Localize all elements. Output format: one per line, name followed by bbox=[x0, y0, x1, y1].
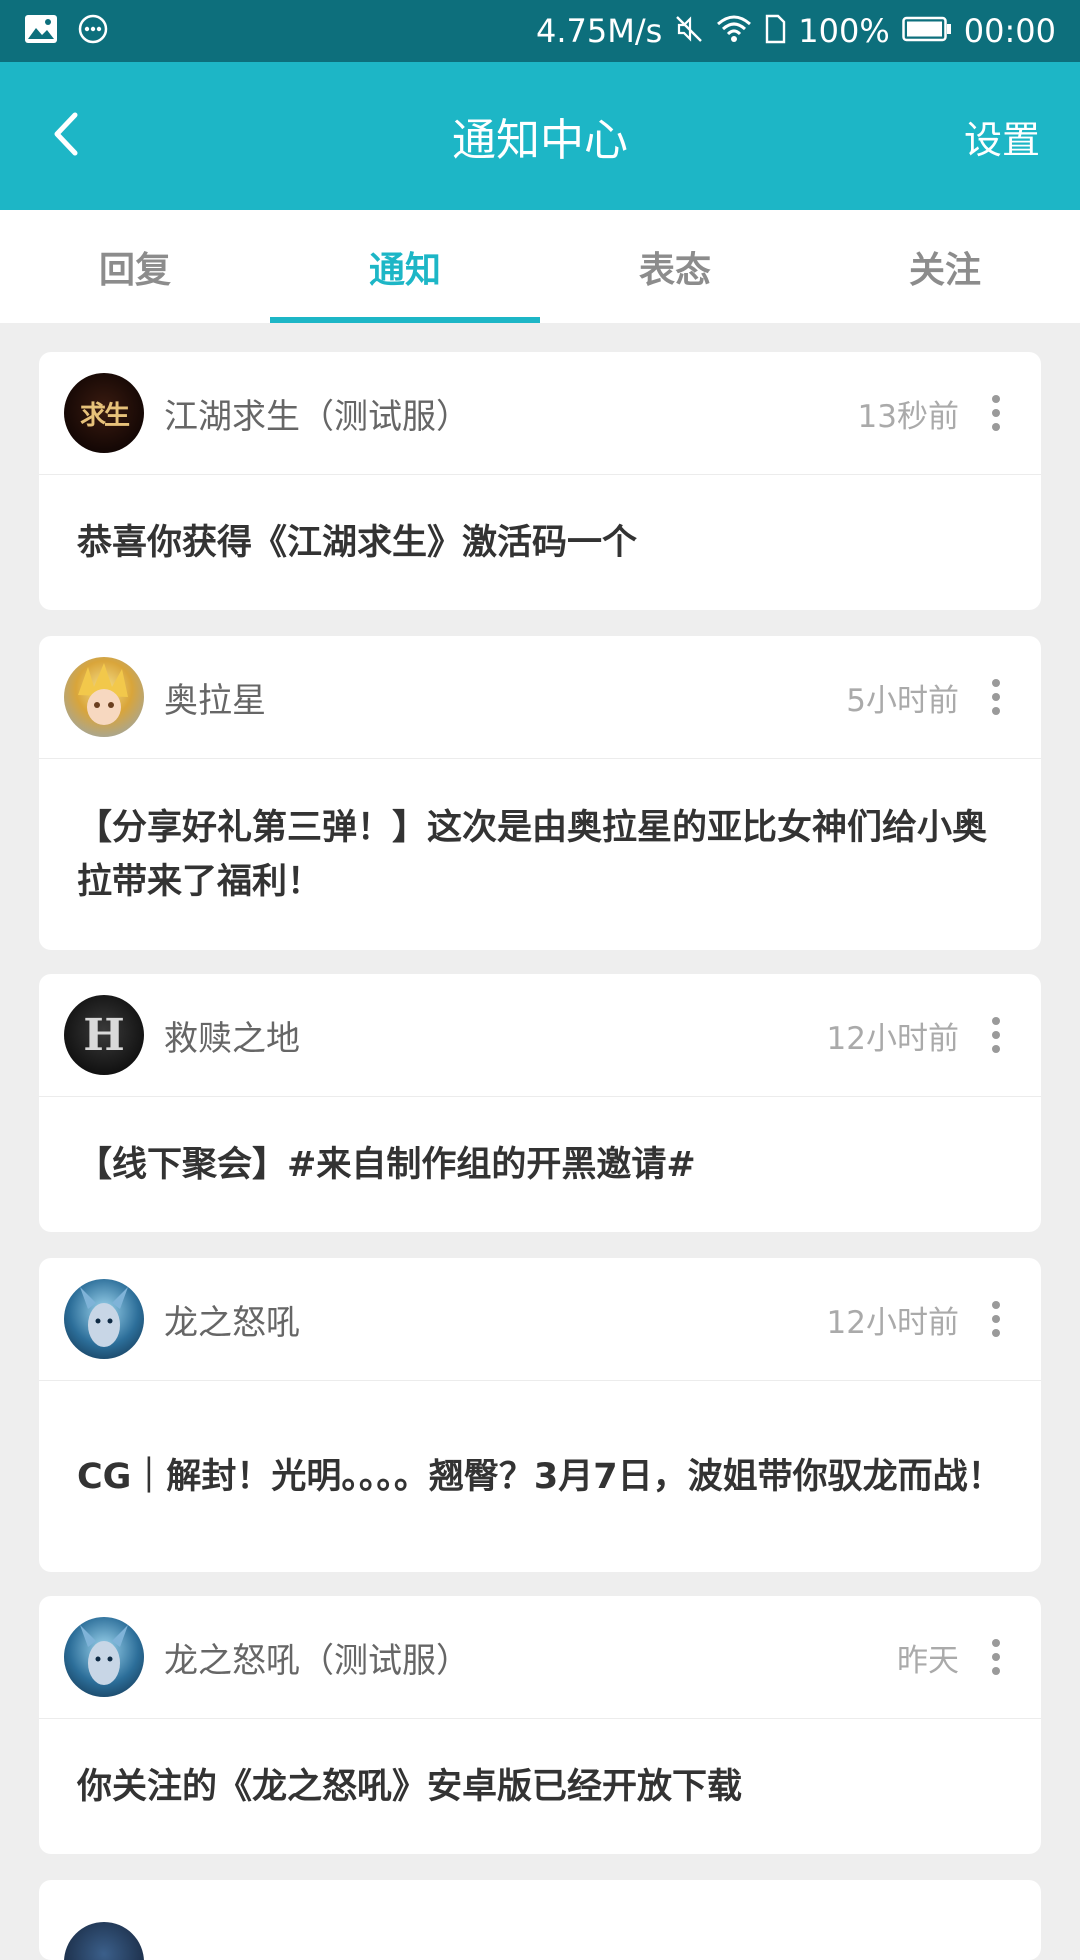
timestamp: 5小时前 bbox=[846, 682, 959, 719]
card-header: 求生 江湖求生（测试服） 13秒前 bbox=[39, 352, 1041, 475]
card-message: CG｜解封！光明。。。。翘臀？3月7日，波姐带你驭龙而战！ bbox=[39, 1381, 1041, 1572]
avatar[interactable] bbox=[64, 1922, 144, 1960]
dot bbox=[992, 1667, 1000, 1675]
status-right: 4.75M/s 100% 00:00 bbox=[524, 12, 1056, 50]
notification-card[interactable]: 奥拉星 5小时前 【分享好礼第三弹！】这次是由奥拉星的亚比女神们给小奥拉带来了福… bbox=[39, 636, 1041, 950]
dot bbox=[992, 1329, 1000, 1337]
tab-label: 表态 bbox=[638, 249, 711, 291]
card-message: 恭喜你获得《江湖求生》激活码一个 bbox=[39, 475, 1041, 610]
message-text: 恭喜你获得《江湖求生》激活码一个 bbox=[77, 522, 638, 563]
card-message: 【分享好礼第三弹！】这次是由奥拉星的亚比女神们给小奥拉带来了福利！ bbox=[39, 759, 1041, 950]
game-name: 救赎之地 bbox=[164, 1018, 300, 1059]
tab-label: 关注 bbox=[908, 249, 981, 291]
more-options-button[interactable] bbox=[981, 667, 1011, 727]
dragon-warrior-icon bbox=[80, 1287, 128, 1347]
chat-bubble-icon bbox=[78, 14, 108, 48]
game-name: 江湖求生（测试服） bbox=[164, 396, 470, 437]
avatar[interactable]: 求生 bbox=[64, 373, 144, 453]
notification-card[interactable]: 求生 江湖求生（测试服） 13秒前 恭喜你获得《江湖求生》激活码一个 bbox=[39, 352, 1041, 610]
timestamp: 13秒前 bbox=[857, 398, 959, 435]
tab-label: 回复 bbox=[98, 249, 171, 291]
card-header: 龙之怒吼 12小时前 bbox=[39, 1258, 1041, 1381]
message-text: 【分享好礼第三弹！】这次是由奥拉星的亚比女神们给小奥拉带来了福利！ bbox=[77, 807, 988, 902]
dot bbox=[992, 693, 1000, 701]
battery-percent: 100% bbox=[798, 12, 890, 50]
dot bbox=[992, 679, 1000, 687]
notification-card[interactable]: H 救赎之地 12小时前 【线下聚会】#来自制作组的开黑邀请# bbox=[39, 974, 1041, 1232]
card-header: 龙之怒吼（测试服） 昨天 bbox=[39, 1596, 1041, 1719]
dot bbox=[992, 1639, 1000, 1647]
timestamp: 昨天 bbox=[897, 1642, 959, 1679]
dot bbox=[992, 1315, 1000, 1323]
page-title: 通知中心 bbox=[452, 115, 628, 166]
game-name: 龙之怒吼（测试服） bbox=[164, 1640, 470, 1681]
dot bbox=[992, 409, 1000, 417]
timestamp: 12小时前 bbox=[826, 1304, 959, 1341]
dot bbox=[992, 1031, 1000, 1039]
status-bar: 4.75M/s 100% 00:00 bbox=[0, 0, 1080, 62]
tab-label: 通知 bbox=[368, 249, 441, 291]
dot bbox=[992, 1301, 1000, 1309]
more-options-button[interactable] bbox=[981, 1627, 1011, 1687]
dot bbox=[992, 1017, 1000, 1025]
battery-icon bbox=[902, 15, 952, 47]
card-message: 【线下聚会】#来自制作组的开黑邀请# bbox=[39, 1097, 1041, 1232]
tab-following[interactable]: 关注 bbox=[810, 210, 1080, 323]
more-options-button[interactable] bbox=[981, 1005, 1011, 1065]
avatar-glyph: 求生 bbox=[79, 400, 130, 431]
active-tab-indicator bbox=[270, 317, 540, 323]
dot bbox=[992, 1653, 1000, 1661]
wifi-icon bbox=[716, 14, 752, 48]
dot bbox=[992, 423, 1000, 431]
message-text: 【线下聚会】#来自制作组的开黑邀请# bbox=[77, 1144, 696, 1185]
dot bbox=[992, 707, 1000, 715]
game-name: 奥拉星 bbox=[164, 680, 266, 721]
tab-notifications[interactable]: 通知 bbox=[270, 210, 540, 323]
card-header: 奥拉星 5小时前 bbox=[39, 636, 1041, 759]
image-icon bbox=[24, 14, 58, 48]
dot bbox=[992, 395, 1000, 403]
mute-icon bbox=[674, 14, 704, 48]
timestamp: 12小时前 bbox=[826, 1020, 959, 1057]
game-name: 龙之怒吼 bbox=[164, 1302, 300, 1343]
more-options-button[interactable] bbox=[981, 383, 1011, 443]
message-text: 你关注的《龙之怒吼》安卓版已经开放下载 bbox=[77, 1766, 743, 1807]
settings-button[interactable]: 设置 bbox=[964, 62, 1040, 210]
back-button[interactable] bbox=[36, 106, 96, 166]
notification-card[interactable] bbox=[39, 1880, 1041, 1960]
tab-bar: 回复 通知 表态 关注 bbox=[0, 210, 1080, 323]
avatar[interactable] bbox=[64, 657, 144, 737]
back-arrow-icon bbox=[51, 111, 81, 161]
avatar-glyph: H bbox=[83, 1009, 125, 1061]
tab-reactions[interactable]: 表态 bbox=[540, 210, 810, 323]
clock: 00:00 bbox=[963, 12, 1056, 50]
dragon-warrior-icon bbox=[80, 1625, 128, 1685]
dot bbox=[992, 1045, 1000, 1053]
character-icon bbox=[78, 663, 128, 725]
app-header: 通知中心 设置 bbox=[0, 62, 1080, 210]
tab-reply[interactable]: 回复 bbox=[0, 210, 270, 323]
message-text: CG｜解封！光明。。。。翘臀？3月7日，波姐带你驭龙而战！ bbox=[77, 1456, 1003, 1497]
notification-card[interactable]: 龙之怒吼 12小时前 CG｜解封！光明。。。。翘臀？3月7日，波姐带你驭龙而战！ bbox=[39, 1258, 1041, 1572]
avatar[interactable] bbox=[64, 1279, 144, 1359]
status-left bbox=[24, 14, 128, 48]
card-header bbox=[39, 1880, 1041, 1960]
notification-card[interactable]: 龙之怒吼（测试服） 昨天 你关注的《龙之怒吼》安卓版已经开放下载 bbox=[39, 1596, 1041, 1854]
card-message: 你关注的《龙之怒吼》安卓版已经开放下载 bbox=[39, 1719, 1041, 1854]
card-header: H 救赎之地 12小时前 bbox=[39, 974, 1041, 1097]
more-options-button[interactable] bbox=[981, 1289, 1011, 1349]
network-speed: 4.75M/s bbox=[535, 12, 663, 50]
sim-icon bbox=[764, 14, 786, 48]
avatar[interactable] bbox=[64, 1617, 144, 1697]
avatar[interactable]: H bbox=[64, 995, 144, 1075]
